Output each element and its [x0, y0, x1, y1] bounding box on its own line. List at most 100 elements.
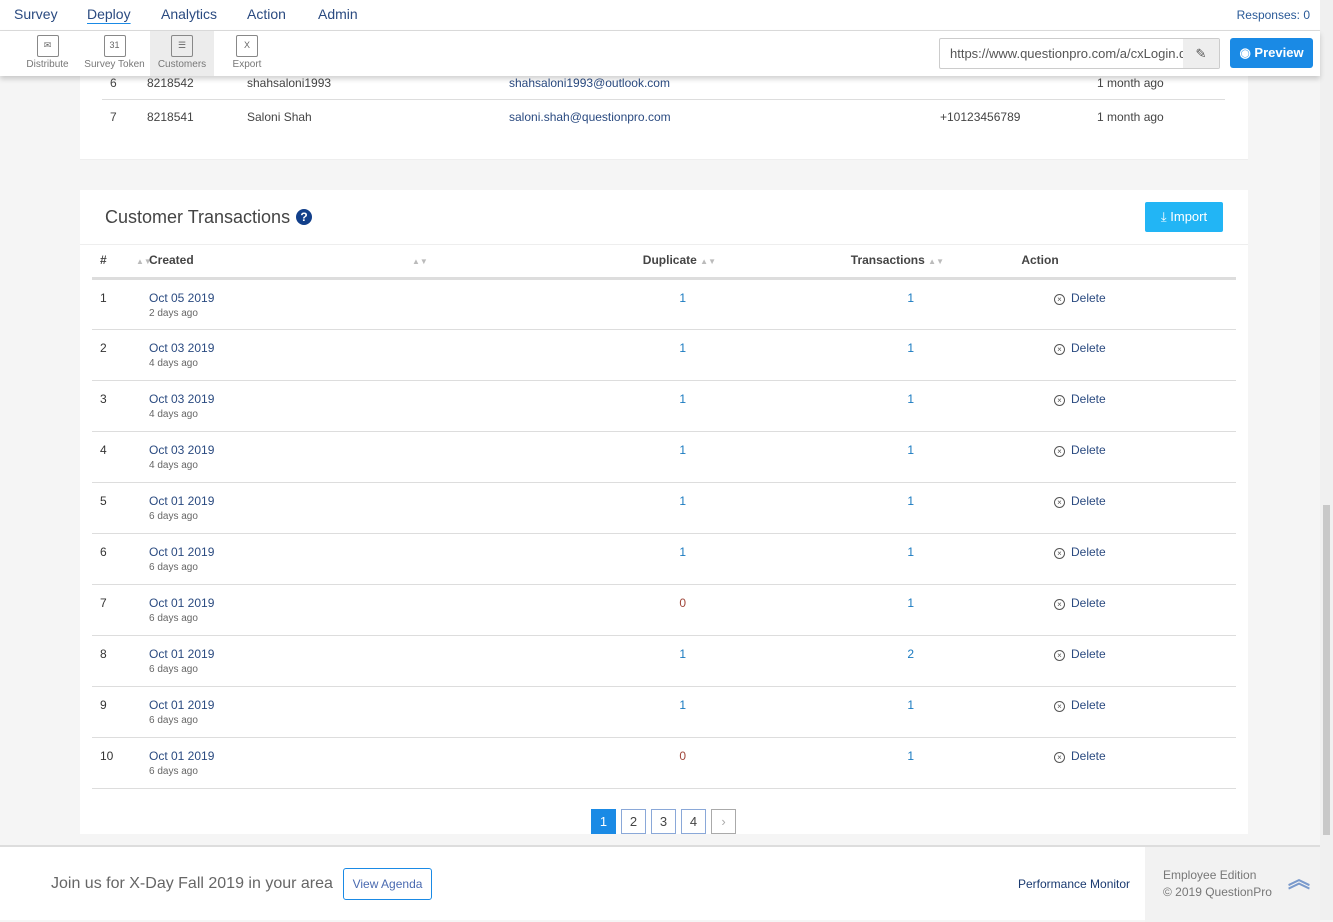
page-4[interactable]: 4 — [681, 809, 706, 834]
transactions-count[interactable]: 1 — [716, 686, 944, 738]
nav-analytics[interactable]: Analytics — [161, 6, 217, 22]
duplicate-count[interactable]: 1 — [439, 380, 716, 432]
delete-button[interactable]: × Delete — [1054, 749, 1106, 763]
page-2[interactable]: 2 — [621, 809, 646, 834]
tool-export[interactable]: X Export — [222, 31, 272, 76]
section-title: Customer Transactions? — [105, 207, 313, 228]
col-action: Action — [944, 244, 1236, 280]
page-3[interactable]: 3 — [651, 809, 676, 834]
transactions-count[interactable]: 1 — [716, 533, 944, 585]
delete-circle-x-icon: × — [1054, 293, 1065, 305]
duplicate-count[interactable]: 1 — [439, 278, 716, 330]
delete-circle-x-icon: × — [1054, 445, 1065, 457]
delete-button[interactable]: × Delete — [1054, 443, 1106, 457]
delete-button[interactable]: × Delete — [1054, 392, 1106, 406]
duplicate-count[interactable]: 0 — [439, 737, 716, 789]
export-icon: X — [236, 35, 258, 57]
delete-circle-x-icon: × — [1054, 751, 1065, 763]
table-row: 4 Oct 03 2019 4 days ago 1 1 × Delete — [92, 431, 1236, 483]
transactions-count[interactable]: 2 — [716, 635, 944, 687]
duplicate-count[interactable]: 1 — [439, 686, 716, 738]
nav-admin[interactable]: Admin — [318, 6, 358, 22]
pagination: 1 2 3 4 › — [591, 809, 741, 834]
delete-button[interactable]: × Delete — [1054, 341, 1106, 355]
delete-circle-x-icon: × — [1054, 343, 1065, 355]
promo-text: Join us for X-Day Fall 2019 in your area — [51, 875, 333, 892]
deploy-toolbar: https://www.questionpro.com/a/cxLogin.do… — [0, 31, 1320, 76]
tool-survey-token[interactable]: 31 Survey Token — [82, 31, 147, 76]
eye-icon: ◉ — [1239, 45, 1255, 60]
table-row: 5 Oct 01 2019 6 days ago 1 1 × Delete — [92, 482, 1236, 534]
scrollbar[interactable] — [1320, 0, 1333, 920]
tool-distribute[interactable]: ✉ Distribute — [20, 31, 75, 76]
customer-email[interactable]: saloni.shah@questionpro.com — [509, 110, 671, 124]
nav-deploy[interactable]: Deploy — [87, 6, 131, 22]
download-icon: ⤓ — [1160, 209, 1171, 224]
delete-button[interactable]: × Delete — [1054, 291, 1106, 305]
edit-pencil-icon[interactable]: ✎ — [1183, 39, 1219, 68]
transactions-count[interactable]: 1 — [716, 380, 944, 432]
sort-icon: ▲▼ — [700, 257, 716, 267]
scroll-top-icon[interactable]: ︽ — [1288, 869, 1310, 891]
table-row: 2 Oct 03 2019 4 days ago 1 1 × Delete — [92, 329, 1236, 381]
footer: Join us for X-Day Fall 2019 in your area… — [0, 845, 1320, 922]
delete-circle-x-icon: × — [1054, 547, 1065, 559]
transactions-table: # ▲▼ Created ▲▼ Duplicate ▲▼ Transactions … — [92, 244, 1236, 789]
sort-icon: ▲▼ — [412, 257, 428, 266]
view-agenda-button[interactable]: View Agenda — [343, 868, 432, 900]
table-row: 10 Oct 01 2019 6 days ago 0 1 × Delete — [92, 737, 1236, 789]
col-transactions[interactable]: Transactions ▲▼ — [716, 244, 944, 280]
responses-count: Responses: 0 — [1236, 8, 1310, 22]
table-row: 6 Oct 01 2019 6 days ago 1 1 × Delete — [92, 533, 1236, 585]
delete-circle-x-icon: × — [1054, 700, 1065, 712]
table-row: 8 Oct 01 2019 6 days ago 1 2 × Delete — [92, 635, 1236, 687]
duplicate-count[interactable]: 1 — [439, 329, 716, 381]
delete-circle-x-icon: × — [1054, 496, 1065, 508]
page-1[interactable]: 1 — [591, 809, 616, 834]
table-row: 3 Oct 03 2019 4 days ago 1 1 × Delete — [92, 380, 1236, 432]
delete-button[interactable]: × Delete — [1054, 494, 1106, 508]
transactions-count[interactable]: 1 — [716, 482, 944, 534]
col-created[interactable]: Created ▲▼ — [149, 244, 439, 280]
delete-circle-x-icon: × — [1054, 598, 1065, 610]
transactions-count[interactable]: 1 — [716, 278, 944, 330]
distribute-icon: ✉ — [36, 35, 59, 57]
survey-token-icon: 31 — [103, 35, 126, 57]
duplicate-count[interactable]: 1 — [439, 533, 716, 585]
duplicate-count[interactable]: 0 — [439, 584, 716, 636]
transactions-count[interactable]: 1 — [716, 431, 944, 483]
delete-circle-x-icon: × — [1054, 649, 1065, 661]
customer-row: 7 8218541 Saloni Shah saloni.shah@questionp… — [110, 110, 1164, 124]
help-icon[interactable]: ? — [296, 209, 313, 225]
delete-button[interactable]: × Delete — [1054, 647, 1106, 661]
nav-action[interactable]: Action — [247, 6, 286, 22]
import-button[interactable]: ⤓ Import — [1145, 202, 1223, 232]
transactions-count[interactable]: 1 — [716, 737, 944, 789]
col-num[interactable]: # ▲▼ — [92, 244, 152, 280]
preview-button[interactable]: ◉ Preview — [1230, 38, 1313, 68]
customer-transactions-card: Customer Transactions? ⤓ Import # ▲▼ Crea… — [80, 190, 1248, 834]
col-duplicate[interactable]: Duplicate ▲▼ — [439, 244, 716, 280]
transactions-count[interactable]: 1 — [716, 584, 944, 636]
duplicate-count[interactable]: 1 — [439, 431, 716, 483]
delete-button[interactable]: × Delete — [1054, 698, 1106, 712]
nav-survey[interactable]: Survey — [14, 6, 58, 22]
performance-monitor-link[interactable]: Performance Monitor — [1018, 877, 1130, 891]
next-page-button[interactable]: › — [711, 809, 736, 834]
delete-button[interactable]: × Delete — [1054, 596, 1106, 610]
tool-customers[interactable]: ☰ Customers — [150, 31, 214, 76]
edition-info: Employee Edition © 2019 QuestionPro ︽ — [1145, 847, 1320, 922]
table-row: 9 Oct 01 2019 6 days ago 1 1 × Delete — [92, 686, 1236, 738]
table-row: 1 Oct 05 2019 2 days ago 1 1 × Delete — [92, 278, 1236, 330]
duplicate-count[interactable]: 1 — [439, 635, 716, 687]
customers-icon: ☰ — [171, 35, 193, 57]
scrollbar-thumb[interactable] — [1323, 505, 1330, 835]
customer-email[interactable]: shahsaloni1993@outlook.com — [509, 76, 670, 90]
delete-button[interactable]: × Delete — [1054, 545, 1106, 559]
duplicate-count[interactable]: 1 — [439, 482, 716, 534]
top-nav: Responses: 0 Survey Deploy Analytics Action… — [0, 0, 1320, 31]
sort-icon: ▲▼ — [928, 257, 944, 267]
transactions-count[interactable]: 1 — [716, 329, 944, 381]
table-row: 7 Oct 01 2019 6 days ago 0 1 × Delete — [92, 584, 1236, 636]
survey-url-field[interactable]: https://www.questionpro.com/a/cxLogin.do… — [939, 38, 1220, 69]
